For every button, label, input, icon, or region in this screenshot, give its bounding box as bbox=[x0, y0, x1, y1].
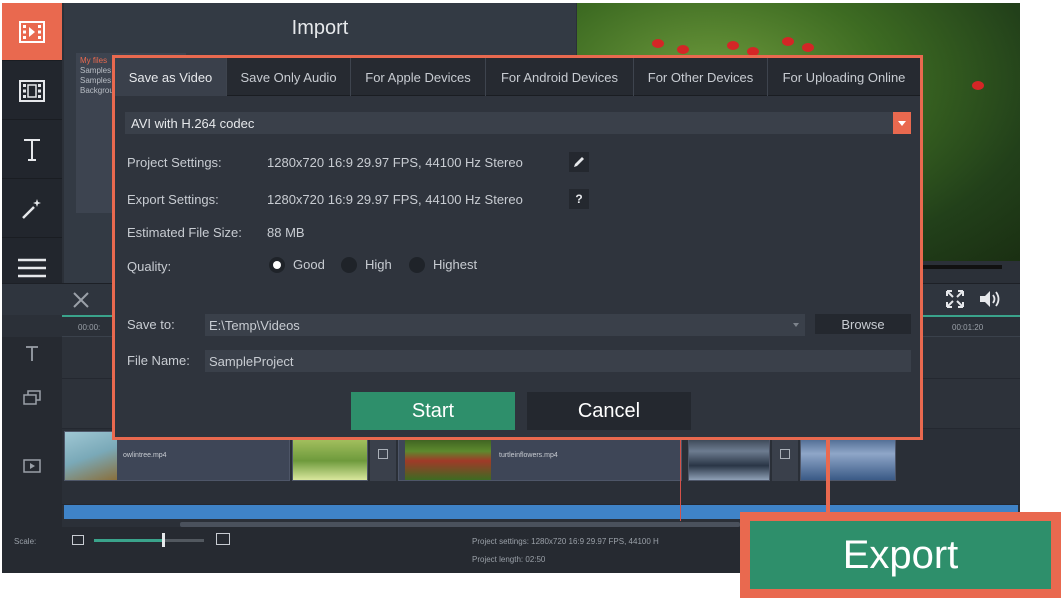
magic-wand-icon bbox=[22, 198, 41, 219]
scissors-icon[interactable] bbox=[70, 289, 92, 311]
scale-fill bbox=[94, 539, 165, 542]
file-size-value: 88 MB bbox=[267, 225, 305, 240]
ruler-time: 00:00: bbox=[78, 323, 101, 332]
clip-label: turtleinflowers.mp4 bbox=[499, 452, 558, 459]
scale-handle[interactable] bbox=[162, 533, 165, 547]
tab-apple-devices[interactable]: For Apple Devices bbox=[351, 58, 486, 96]
video-track-icon bbox=[23, 459, 41, 473]
help-button[interactable]: ? bbox=[569, 189, 589, 209]
left-toolbar bbox=[2, 3, 62, 303]
start-button[interactable]: Start bbox=[351, 392, 515, 430]
volume-icon[interactable] bbox=[978, 288, 1002, 310]
export-tabs: Save as Video Save Only Audio For Apple … bbox=[115, 58, 920, 96]
project-settings-value: 1280x720 16:9 29.97 FPS, 44100 Hz Stereo bbox=[267, 155, 523, 170]
import-title: Import bbox=[291, 17, 349, 39]
titles-tool-button[interactable] bbox=[2, 121, 62, 179]
text-track-icon bbox=[26, 346, 38, 361]
callout-connector bbox=[826, 440, 830, 512]
browse-button[interactable]: Browse bbox=[815, 314, 911, 334]
import-tool-button[interactable] bbox=[2, 3, 62, 61]
save-to-value: E:\Temp\Videos bbox=[209, 318, 300, 333]
cancel-button[interactable]: Cancel bbox=[527, 392, 691, 430]
clip-label: owlintree.mp4 bbox=[123, 452, 167, 459]
quality-highest-label: Highest bbox=[433, 257, 478, 272]
import-icon bbox=[19, 20, 45, 43]
save-to-label: Save to: bbox=[127, 317, 175, 332]
tab-other-devices[interactable]: For Other Devices bbox=[634, 58, 768, 96]
overlay-track-icon bbox=[23, 390, 41, 405]
clip-tool-button[interactable] bbox=[2, 62, 62, 120]
file-name-value: SampleProject bbox=[209, 354, 294, 369]
zoom-in-icon[interactable] bbox=[216, 533, 230, 545]
pencil-icon bbox=[574, 157, 584, 167]
ruler-time: 00:01:20 bbox=[952, 323, 984, 332]
quality-good-label: Good bbox=[293, 257, 325, 272]
export-dialog: Save as Video Save Only Audio For Apple … bbox=[112, 55, 923, 440]
tab-save-only-audio[interactable]: Save Only Audio bbox=[227, 58, 351, 96]
file-name-field[interactable]: SampleProject bbox=[205, 350, 911, 372]
tab-uploading-online[interactable]: For Uploading Online bbox=[768, 58, 920, 96]
export-settings-value: 1280x720 16:9 29.97 FPS, 44100 Hz Stereo bbox=[267, 192, 523, 207]
edit-settings-button[interactable] bbox=[569, 152, 589, 172]
file-name-label: File Name: bbox=[127, 353, 190, 368]
filters-tool-button[interactable] bbox=[2, 180, 62, 238]
preview-seekbar[interactable] bbox=[922, 265, 1002, 269]
titles-icon bbox=[24, 138, 40, 161]
project-settings-label: Project Settings: bbox=[127, 155, 222, 170]
export-button[interactable]: Export bbox=[750, 521, 1051, 589]
clip-icon bbox=[19, 79, 45, 102]
quality-high-label: High bbox=[365, 257, 392, 272]
quality-label: Quality: bbox=[127, 259, 172, 274]
format-value: AVI with H.264 codec bbox=[131, 116, 255, 131]
project-length-status: Project length: 02:50 bbox=[472, 555, 546, 564]
chevron-down-icon[interactable] bbox=[793, 323, 799, 327]
fullscreen-icon[interactable] bbox=[944, 288, 966, 310]
chevron-down-icon[interactable] bbox=[893, 112, 911, 134]
save-to-field[interactable]: E:\Temp\Videos bbox=[205, 314, 805, 336]
export-callout: Export bbox=[740, 512, 1061, 598]
export-settings-label: Export Settings: bbox=[127, 192, 219, 207]
file-size-label: Estimated File Size: bbox=[127, 225, 242, 240]
track-icons bbox=[2, 337, 62, 527]
quality-high-radio[interactable] bbox=[341, 257, 357, 273]
zoom-out-icon[interactable] bbox=[72, 535, 84, 545]
project-settings-status: Project settings: 1280x720 16:9 29.97 FP… bbox=[472, 537, 659, 546]
quality-good-radio[interactable] bbox=[269, 257, 285, 273]
tab-save-as-video[interactable]: Save as Video bbox=[115, 58, 227, 96]
menu-icon bbox=[18, 258, 46, 277]
format-dropdown[interactable]: AVI with H.264 codec bbox=[125, 112, 911, 134]
quality-highest-radio[interactable] bbox=[409, 257, 425, 273]
scale-label: Scale: bbox=[14, 537, 37, 546]
tab-android-devices[interactable]: For Android Devices bbox=[486, 58, 634, 96]
scale-slider[interactable] bbox=[94, 539, 204, 542]
clip-thumbnail bbox=[65, 432, 117, 480]
